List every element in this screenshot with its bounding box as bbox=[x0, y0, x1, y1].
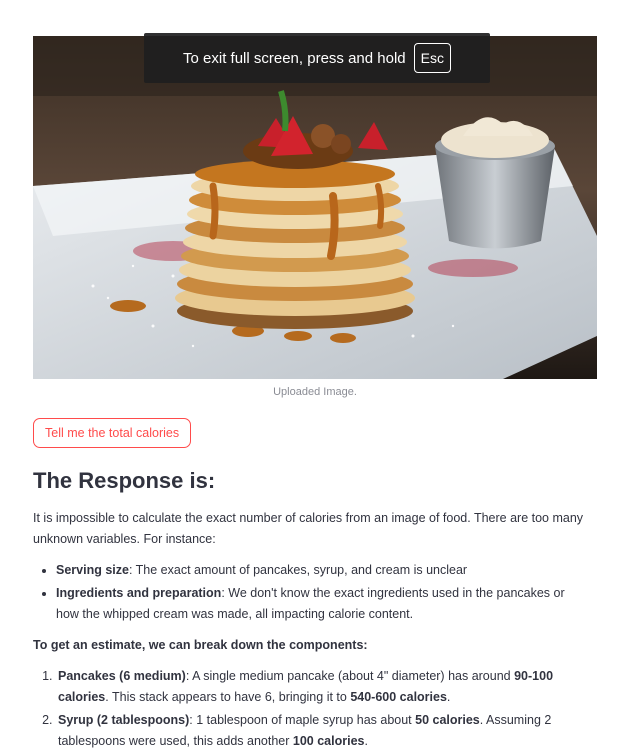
response-body: It is impossible to calculate the exact … bbox=[33, 508, 591, 754]
uploaded-food-image bbox=[33, 36, 597, 379]
list-item: Syrup (2 tablespoons): 1 tablespoon of m… bbox=[56, 710, 591, 752]
response-title: The Response is: bbox=[33, 468, 216, 493]
list-item: Serving size: The exact amount of pancak… bbox=[56, 560, 591, 581]
response-intro: It is impossible to calculate the exact … bbox=[33, 511, 584, 546]
component-list: Pancakes (6 medium): A single medium pan… bbox=[33, 666, 591, 752]
esc-key-badge: Esc bbox=[413, 43, 451, 73]
estimate-heading: To get an estimate, we can break down th… bbox=[33, 638, 368, 652]
fullscreen-notice-text: To exit full screen, press and hold bbox=[183, 49, 406, 67]
list-item: Ingredients and preparation: We don't kn… bbox=[56, 583, 591, 625]
uncertainty-list: Serving size: The exact amount of pancak… bbox=[33, 560, 591, 625]
fullscreen-exit-notice: To exit full screen, press and hold Esc bbox=[144, 33, 490, 83]
image-caption: Uploaded Image. bbox=[273, 386, 357, 398]
total-calories-button[interactable]: Tell me the total calories bbox=[33, 418, 192, 448]
list-item: Pancakes (6 medium): A single medium pan… bbox=[56, 666, 591, 708]
